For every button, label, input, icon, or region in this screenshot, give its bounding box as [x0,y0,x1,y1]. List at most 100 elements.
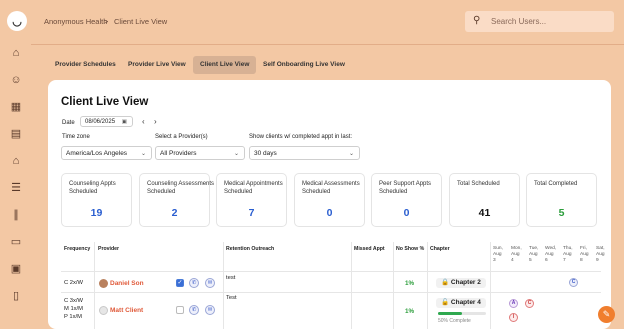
message-icon[interactable]: ✉ [205,305,215,315]
search-box[interactable]: ⚲ [465,11,614,32]
list-icon[interactable]: ☰ [10,182,22,194]
provider-value: All Providers [160,149,197,157]
top-bar: Anonymous Health > Client Live View ⚲ [31,0,624,44]
stat-label: Total Scheduled [457,181,500,187]
provider-name[interactable]: Daniel Son [110,280,144,287]
stat-label: Medical Assessments Scheduled [302,181,360,195]
phone-icon[interactable]: ✆ [189,278,199,288]
day-header: Tue, Aug 5 [529,246,539,263]
breadcrumb-root[interactable]: Anonymous Health [44,17,107,26]
timezone-select[interactable]: America/Los Angeles ⌄ [61,146,152,160]
timezone-label: Time zone [62,134,90,140]
noshow-value: 1% [405,308,415,315]
search-input[interactable] [491,14,609,29]
stat-peer-support: Peer Support Appts Scheduled 0 [371,173,442,227]
frequency-cell: C 2x/W [64,280,84,286]
stat-counseling-assessments: Counseling Assessments Scheduled 2 [139,173,214,227]
header-frequency: Frequency [64,246,91,252]
stat-value: 0 [403,207,410,219]
stat-value: 7 [248,207,255,219]
provider-name[interactable]: Matt Client [110,307,143,314]
stat-label: Counseling Appts Scheduled [69,181,116,195]
tab-client-live-view[interactable]: Client Live View [193,56,257,74]
prev-date-button[interactable]: ‹ [142,117,145,126]
chevron-down-icon: ⌄ [348,150,354,157]
edit-icon: ✎ [602,309,611,319]
search-icon: ⚲ [473,15,481,26]
retention-note: Test [226,295,237,301]
document-icon[interactable]: ▯ [10,290,22,302]
lock-icon: 🔒 [441,279,450,286]
date-value: 08/06/2025 [85,118,116,125]
tab-provider-live-view[interactable]: Provider Live View [121,56,193,74]
column-divider [427,242,428,329]
header-provider: Provider [98,246,120,252]
noshow-value: 1% [405,280,415,287]
provider-select[interactable]: All Providers ⌄ [155,146,245,160]
retention-note: test [226,275,236,281]
avatar [99,306,108,315]
chip-icon[interactable]: ▣ [10,263,22,275]
completed-value: 30 days [254,149,277,157]
stat-label: Medical Appointments Scheduled [224,181,283,195]
completed-label: Show clients w/ completed appt in last: [249,134,353,140]
avatar [99,279,108,288]
chapter-badge: 🔒 Chapter 2 [436,278,486,288]
sidebar: ◡ ⌂ ☺ ▦ ▤ ⌂ ☰ ∥ ▭ ▣ ▯ [0,0,31,329]
chevron-down-icon: ⌄ [140,150,146,157]
users-icon[interactable]: ☺ [10,74,22,86]
stat-medical-appointments: Medical Appointments Scheduled 7 [216,173,287,227]
column-divider [490,242,491,329]
home-icon[interactable]: ⌂ [10,47,22,59]
header-noshow: No Show % [396,246,425,252]
date-label: Date [62,120,75,126]
stat-label: Peer Support Appts Scheduled [379,181,432,195]
edit-fab-button[interactable]: ✎ [598,306,615,323]
breadcrumb-current: Client Live View [114,17,168,26]
row-checkbox[interactable]: ✓ [176,279,184,287]
row-checkbox[interactable] [176,306,184,314]
appointment-marker[interactable]: C [569,278,578,287]
chapter-progress-bar [438,312,486,315]
frequency-cell: P 1x/M [64,314,82,320]
day-header: Sun, Aug 3 [493,246,503,263]
day-header: Mon, Aug 4 [511,246,522,263]
message-icon[interactable]: ✉ [205,278,215,288]
header-missed: Missed Appt [354,246,385,252]
stat-total-completed: Total Completed 5 [526,173,597,227]
stat-counseling-appts: Counseling Appts Scheduled 19 [61,173,132,227]
page-title: Client Live View [61,96,149,108]
stat-value: 5 [558,207,565,219]
stat-label: Total Completed [534,181,578,187]
calendar-icon[interactable]: ▣ [122,119,127,125]
main-card: Client Live View Date 08/06/2025 ▣ ‹ › T… [48,80,611,329]
column-divider [393,242,394,329]
clipboard-icon[interactable]: ▭ [10,236,22,248]
building-icon[interactable]: ⌂ [10,155,22,167]
column-divider [94,242,95,329]
stat-value: 19 [90,207,103,219]
chapter-badge: 🔓 Chapter 4 [436,298,486,308]
paperclip-icon[interactable]: ∥ [10,209,22,221]
header-divider [31,44,624,45]
stat-medical-assessments: Medical Assessments Scheduled 0 [294,173,365,227]
date-input[interactable]: 08/06/2025 ▣ [80,116,133,127]
table-icon[interactable]: ▤ [10,128,22,140]
app-logo[interactable]: ◡ [7,11,27,31]
frequency-cell: M 1x/M [64,306,84,312]
completed-select[interactable]: 30 days ⌄ [249,146,360,160]
stat-total-scheduled: Total Scheduled 41 [449,173,520,227]
appointment-marker[interactable]: I [509,313,518,322]
timezone-value: America/Los Angeles [66,149,128,157]
appointment-marker[interactable]: A [509,299,518,308]
tab-provider-schedules[interactable]: Provider Schedules [48,56,123,74]
calendar-icon[interactable]: ▦ [10,101,22,113]
tab-self-onboarding-live-view[interactable]: Self Onboarding Live View [256,56,352,74]
provider-label: Select a Provider(s) [155,134,208,140]
appointment-marker[interactable]: C [525,299,534,308]
phone-icon[interactable]: ✆ [189,305,199,315]
stat-value: 41 [478,207,491,219]
breadcrumb-separator: > [104,17,109,26]
next-date-button[interactable]: › [154,117,157,126]
day-header: Thu, Aug 7 [563,246,573,263]
